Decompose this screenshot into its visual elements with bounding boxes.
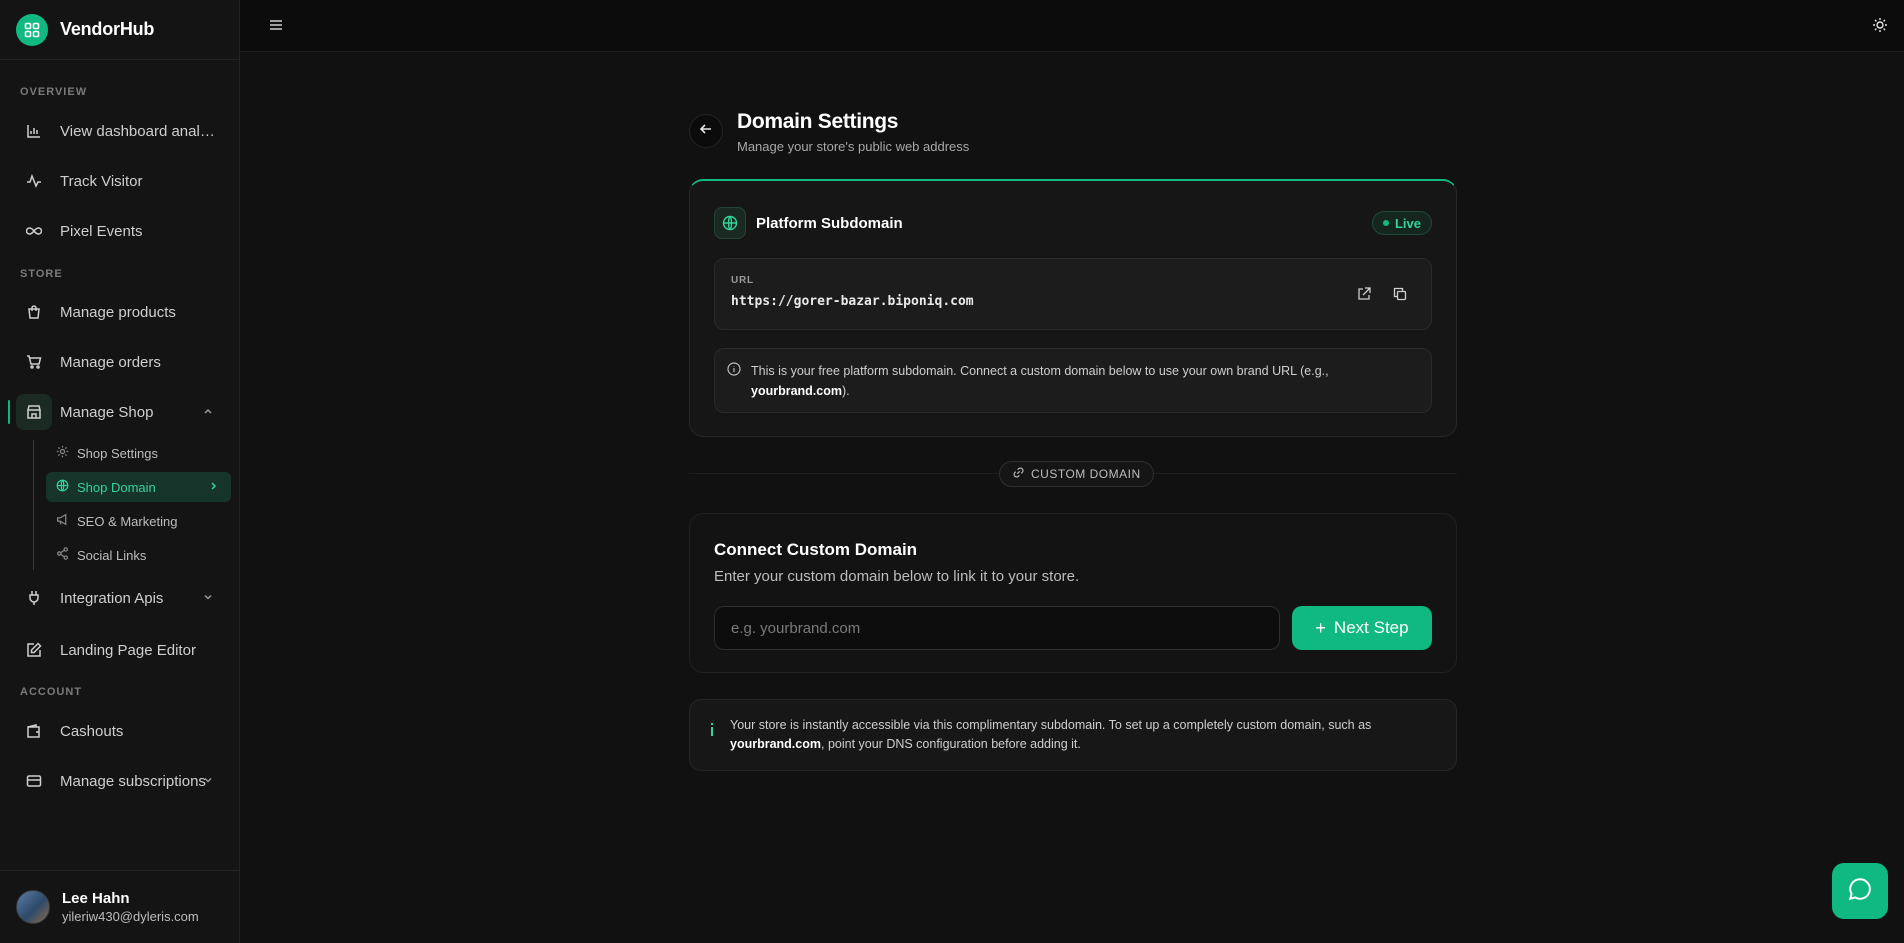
globe-icon — [714, 207, 746, 239]
copy-icon[interactable] — [1393, 287, 1407, 306]
bar-chart-icon — [16, 113, 52, 149]
sidebar-subitem-shop-settings[interactable]: Shop Settings — [46, 438, 231, 468]
section-label-account: ACCOUNT — [20, 686, 82, 698]
sidebar-item-label: Manage orders — [60, 353, 161, 371]
page-subtitle: Manage your store's public web address — [737, 139, 970, 154]
wallet-icon — [16, 713, 52, 749]
sidebar-item-track-visitor[interactable]: Track Visitor — [16, 161, 224, 201]
sidebar-item-manage-products[interactable]: Manage products — [16, 292, 224, 332]
plus-icon: + — [1315, 617, 1326, 638]
sidebar-item-label: Landing Page Editor — [60, 641, 196, 659]
card-title: Platform Subdomain — [756, 214, 903, 232]
sidebar-subitem-seo-marketing[interactable]: SEO & Marketing — [46, 506, 231, 536]
brand[interactable]: VendorHub — [0, 0, 239, 60]
sidebar-item-label: View dashboard analytics — [60, 122, 220, 140]
platform-subdomain-card: Platform Subdomain Live URL https://gore… — [689, 179, 1457, 437]
sidebar-item-pixel-events[interactable]: Pixel Events — [16, 211, 224, 251]
chevron-right-icon — [207, 480, 219, 495]
sidebar-subitem-label: SEO & Marketing — [77, 513, 178, 529]
divider-label: CUSTOM DOMAIN — [1031, 467, 1141, 481]
section-label-store: STORE — [20, 268, 63, 280]
sidebar-item-label: Track Visitor — [60, 172, 143, 190]
edit-icon — [16, 632, 52, 668]
status-label: Live — [1394, 215, 1421, 231]
plug-icon — [16, 580, 52, 616]
sidebar-item-landing-page-editor[interactable]: Landing Page Editor — [16, 630, 224, 670]
custom-domain-divider: CUSTOM DOMAIN — [999, 461, 1154, 487]
next-step-button[interactable]: + Next Step — [1292, 606, 1432, 650]
chevron-down-icon — [202, 773, 214, 790]
sidebar-subitem-label: Shop Domain — [77, 479, 156, 495]
info-domain: yourbrand.com — [730, 737, 821, 751]
store-icon — [16, 394, 52, 430]
activity-icon — [16, 163, 52, 199]
sidebar-subitem-label: Shop Settings — [77, 445, 158, 461]
share-icon — [56, 547, 69, 563]
user-email: yileriw430@dyleris.com — [62, 909, 199, 924]
sun-icon[interactable] — [1872, 17, 1888, 38]
external-link-icon[interactable] — [1357, 287, 1371, 306]
cart-icon — [16, 344, 52, 380]
shopping-bag-icon — [16, 294, 52, 330]
dns-info-box: Your store is instantly accessible via t… — [689, 699, 1457, 771]
infinity-icon — [16, 213, 52, 249]
gear-icon — [56, 445, 69, 461]
status-dot — [1382, 220, 1389, 226]
submenu-rail — [33, 440, 34, 570]
info-text: Your store is instantly accessible via t… — [730, 718, 1372, 751]
card-title: Connect Custom Domain — [714, 540, 918, 559]
url-label: URL — [731, 275, 754, 286]
status-badge: Live — [1371, 211, 1432, 235]
url-value: https://gorer-bazar.biponiq.com — [731, 294, 974, 309]
sidebar-item-label: Manage subscriptions — [60, 772, 206, 790]
grid-icon — [16, 13, 48, 46]
back-button[interactable] — [689, 114, 723, 148]
domain-input[interactable] — [714, 606, 1280, 650]
sidebar-item-dashboard[interactable]: View dashboard analytics — [16, 111, 224, 151]
megaphone-icon — [56, 513, 69, 529]
brand-name: VendorHub — [60, 19, 155, 39]
sidebar-item-manage-subscriptions[interactable]: Manage subscriptions — [16, 761, 224, 801]
page-title: Domain Settings — [737, 110, 899, 133]
sidebar-item-label: Integration Apis — [60, 589, 164, 607]
chevron-down-icon — [202, 590, 214, 607]
next-step-label: Next Step — [1333, 618, 1409, 637]
card-subtitle: Enter your custom domain below to link i… — [714, 568, 1080, 585]
menu-icon[interactable] — [268, 17, 284, 38]
connect-custom-domain-card: Connect Custom Domain Enter your custom … — [689, 513, 1457, 673]
chat-icon — [1847, 876, 1873, 907]
sidebar-subitem-shop-domain[interactable]: Shop Domain — [46, 472, 231, 502]
active-indicator — [8, 400, 10, 424]
topbar — [240, 0, 1904, 52]
section-label-overview: OVERVIEW — [20, 86, 88, 98]
sidebar-item-label: Cashouts — [60, 722, 124, 740]
sidebar: VendorHub OVERVIEW View dashboard analyt… — [0, 0, 240, 943]
user-profile[interactable]: Lee Hahn yileriw430@dyleris.com — [0, 870, 240, 943]
sidebar-item-label: Manage Shop — [60, 403, 154, 421]
sidebar-subitem-social-links[interactable]: Social Links — [46, 540, 231, 570]
user-name: Lee Hahn — [62, 890, 130, 907]
link-icon — [1012, 466, 1025, 482]
arrow-left-icon — [699, 122, 713, 141]
avatar — [16, 890, 50, 924]
sidebar-item-label: Pixel Events — [60, 222, 143, 240]
sidebar-item-label: Manage products — [60, 303, 176, 321]
sidebar-subitem-label: Social Links — [77, 547, 147, 563]
sidebar-item-cashouts[interactable]: Cashouts — [16, 711, 224, 751]
chevron-up-icon — [202, 404, 214, 421]
info-icon — [710, 723, 714, 749]
info-icon — [727, 362, 741, 381]
note-domain: yourbrand.com — [751, 384, 842, 398]
globe-icon — [56, 479, 69, 495]
credit-card-icon — [16, 763, 52, 799]
url-box: URL https://gorer-bazar.biponiq.com — [714, 258, 1432, 330]
note-text: This is your free platform subdomain. Co… — [751, 364, 1329, 398]
sidebar-item-integration-apis[interactable]: Integration Apis — [16, 578, 224, 618]
chat-button[interactable] — [1832, 863, 1888, 919]
sidebar-item-manage-shop[interactable]: Manage Shop — [16, 392, 224, 432]
sidebar-item-manage-orders[interactable]: Manage orders — [16, 342, 224, 382]
subdomain-note: This is your free platform subdomain. Co… — [714, 348, 1432, 413]
